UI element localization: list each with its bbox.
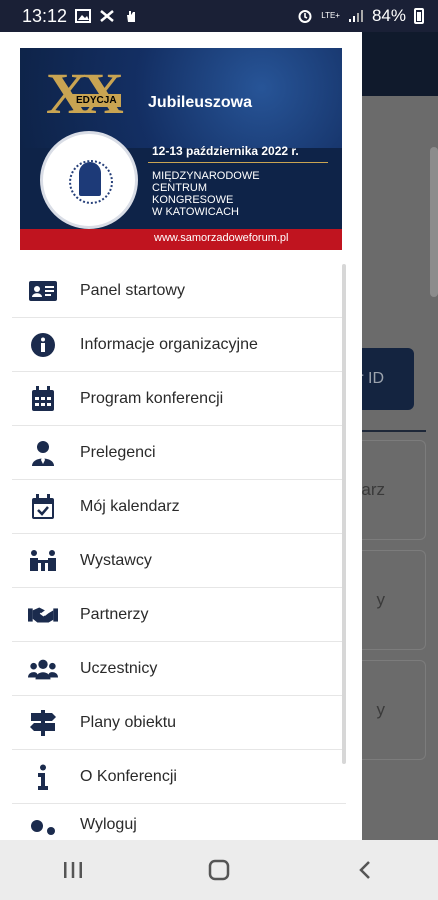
calendar-check-icon bbox=[28, 492, 58, 522]
menu-item-label: Prelegenci bbox=[80, 443, 156, 461]
logout-icon bbox=[28, 816, 58, 840]
battery-percent: 84% bbox=[371, 6, 406, 25]
status-bar: 13:12 LTE+ 84% bbox=[0, 0, 438, 32]
menu-item-panel-startowy[interactable]: Panel startowy bbox=[12, 264, 346, 318]
menu-item-label: Uczestnicy bbox=[80, 659, 158, 677]
menu-item-label: Program konferencji bbox=[80, 389, 224, 407]
menu-item-informacje[interactable]: Informacje organizacyjne bbox=[12, 318, 346, 372]
menu-item-program[interactable]: Program konferencji bbox=[12, 372, 346, 426]
banner-venue: MIĘDZYNARODOWE CENTRUM KONGRESOWE W KATO… bbox=[152, 170, 292, 218]
home-icon bbox=[208, 859, 230, 881]
status-right: LTE+ 84% bbox=[297, 6, 424, 26]
id-card-icon bbox=[28, 276, 58, 306]
menu-item-plany-obiektu[interactable]: Plany obiektu bbox=[12, 696, 346, 750]
lte-indicator: LTE+ bbox=[321, 11, 340, 20]
menu-item-label: Plany obiektu bbox=[80, 713, 177, 731]
hand-icon bbox=[127, 11, 136, 22]
exhibitors-icon bbox=[28, 546, 58, 576]
banner-subtitle: Jubileuszowa bbox=[148, 94, 253, 111]
menu-item-label: Wystawcy bbox=[80, 551, 152, 569]
signpost-icon bbox=[28, 708, 58, 738]
menu-item-label: Mój kalendarz bbox=[80, 497, 180, 515]
venue-line: W KATOWICACH bbox=[152, 206, 239, 218]
status-left: 13:12 bbox=[22, 6, 139, 27]
banner-url: www.samorzadoweforum.pl bbox=[20, 229, 342, 250]
drawer-scrollbar[interactable] bbox=[342, 264, 346, 764]
venue-line: MIĘDZYNARODOWE bbox=[152, 170, 260, 182]
back-button[interactable] bbox=[335, 850, 395, 890]
tools-icon bbox=[100, 10, 114, 22]
info-circle-icon bbox=[28, 330, 58, 360]
gallery-icon bbox=[75, 9, 92, 23]
forum-logo bbox=[40, 131, 138, 229]
handshake-icon bbox=[28, 600, 58, 630]
conference-banner[interactable]: XX EDYCJA Jubileuszowa 12-13 październik… bbox=[20, 48, 342, 250]
menu-item-label: Wyloguj bbox=[80, 816, 137, 833]
menu-item-prelegenci[interactable]: Prelegenci bbox=[12, 426, 346, 480]
menu-item-partnerzy[interactable]: Partnerzy bbox=[12, 588, 346, 642]
banner-date: 12-13 października 2022 r. bbox=[152, 144, 299, 158]
venue-line: KONGRESOWE bbox=[152, 194, 234, 206]
home-button[interactable] bbox=[189, 850, 249, 890]
info-icon bbox=[28, 762, 58, 792]
alarm-icon bbox=[298, 10, 312, 23]
menu-item-label: Informacje organizacyjne bbox=[80, 335, 258, 353]
calendar-icon bbox=[28, 384, 58, 414]
recent-apps-button[interactable] bbox=[43, 850, 103, 890]
signal-icon bbox=[348, 10, 363, 22]
background-scrollbar bbox=[430, 147, 438, 297]
menu-item-label: O Konferencji bbox=[80, 767, 177, 785]
system-nav-bar bbox=[0, 840, 438, 900]
menu-item-label: Panel startowy bbox=[80, 281, 185, 299]
status-time: 13:12 bbox=[22, 5, 68, 26]
background-divider bbox=[360, 430, 426, 432]
menu-item-wystawcy[interactable]: Wystawcy bbox=[12, 534, 346, 588]
menu-item-uczestnicy[interactable]: Uczestnicy bbox=[12, 642, 346, 696]
menu-item-moj-kalendarz[interactable]: Mój kalendarz bbox=[12, 480, 346, 534]
venue-line: CENTRUM bbox=[152, 182, 207, 194]
back-icon bbox=[359, 861, 370, 879]
users-icon bbox=[28, 654, 58, 684]
speaker-icon bbox=[28, 438, 58, 468]
battery-icon bbox=[414, 8, 424, 24]
menu-item-label: Partnerzy bbox=[80, 605, 149, 623]
banner-divider bbox=[148, 162, 328, 163]
navigation-drawer: XX EDYCJA Jubileuszowa 12-13 październik… bbox=[0, 32, 362, 840]
menu-item-wyloguj[interactable]: Wyloguj bbox=[12, 804, 346, 840]
recent-apps-icon bbox=[64, 862, 82, 878]
menu-item-o-konferencji[interactable]: O Konferencji bbox=[12, 750, 346, 804]
banner-edition: EDYCJA bbox=[72, 94, 121, 107]
drawer-menu: Panel startowy Informacje organizacyjne … bbox=[12, 264, 346, 840]
